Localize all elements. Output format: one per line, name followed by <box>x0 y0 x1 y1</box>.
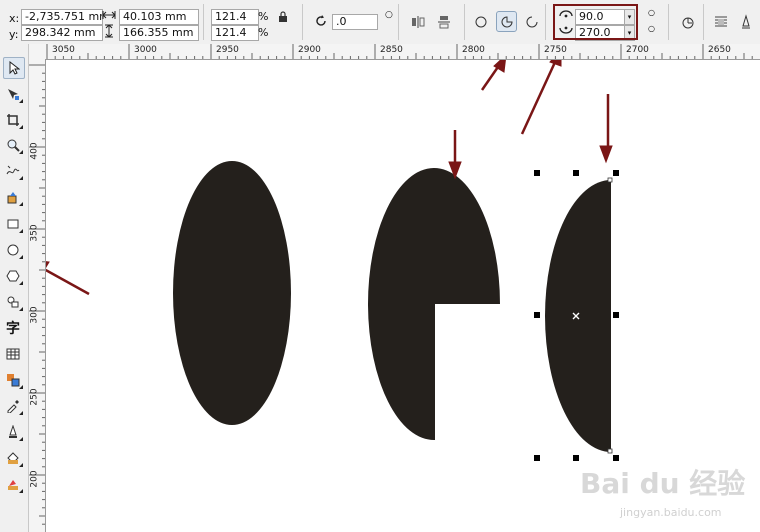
freehand-tool[interactable] <box>3 161 23 181</box>
x-label: x: <box>9 12 20 25</box>
baidu-watermark: Bai du 经验 jingyan.baidu.com <box>580 462 750 522</box>
corel-draw-window: x: -2,735.751 mn y: 298.342 mm 40.103 mm… <box>0 0 760 532</box>
separator <box>302 4 303 40</box>
horizontal-ruler[interactable]: 3050 3000 2950 2900 2850 2800 2750 2700 … <box>45 44 760 60</box>
lock-ratio-icon[interactable] <box>275 8 291 24</box>
rectangle-tool[interactable] <box>3 214 23 234</box>
ruler-label: 350 <box>29 224 40 242</box>
percent-x-label: % <box>258 10 269 23</box>
ruler-label: 200 <box>29 470 40 488</box>
zoom-tool[interactable] <box>3 135 23 155</box>
mirror-vertical-icon[interactable] <box>434 12 454 32</box>
basic-shapes-tool[interactable] <box>3 292 23 312</box>
degree-symbol: ○ <box>648 8 655 17</box>
ruler-label: 3050 <box>52 45 75 55</box>
separator <box>545 4 546 40</box>
separator <box>668 4 669 40</box>
ruler-label: 3000 <box>134 45 157 55</box>
text-tool[interactable]: 字 <box>3 318 23 338</box>
degree-symbol: ○ <box>648 24 655 33</box>
vertical-ruler-ticks <box>28 64 45 525</box>
width-icon <box>101 7 117 23</box>
ruler-label: 2700 <box>626 45 649 55</box>
ellipse-tool[interactable] <box>3 240 23 260</box>
y-position-field[interactable]: 298.342 mm <box>21 25 103 41</box>
rotate-icon <box>312 12 330 30</box>
annotation-highlight-box <box>553 4 638 40</box>
separator <box>398 4 399 40</box>
vertical-ruler[interactable]: 400 350 300 250 200 <box>28 59 46 532</box>
annotation-arrows <box>46 60 613 296</box>
ruler-label: 400 <box>29 142 40 160</box>
pick-tool[interactable] <box>3 57 25 79</box>
eyedropper-tool[interactable] <box>3 396 23 416</box>
ruler-label: 2750 <box>544 45 567 55</box>
table-tool[interactable] <box>3 344 23 364</box>
outline-pen-icon[interactable] <box>736 12 756 32</box>
mirror-horizontal-icon[interactable] <box>408 12 428 32</box>
fill-tool[interactable] <box>3 448 23 468</box>
pie-shape[interactable] <box>368 168 500 441</box>
ellipse-mode-icon[interactable] <box>471 12 491 32</box>
rotation-angle-field[interactable]: .0 <box>332 14 378 30</box>
scale-y-field[interactable]: 121.4 <box>211 25 259 41</box>
wrap-text-icon[interactable] <box>711 12 731 32</box>
ruler-label: 2950 <box>216 45 239 55</box>
height-icon <box>101 23 117 39</box>
property-bar: x: -2,735.751 mn y: 298.342 mm 40.103 mm… <box>0 0 760 45</box>
crop-tool[interactable] <box>3 110 23 130</box>
x-position-field[interactable]: -2,735.751 mn <box>21 9 103 25</box>
interactive-fill-tool[interactable] <box>3 474 23 494</box>
ruler-label: 2850 <box>380 45 403 55</box>
ruler-origin[interactable] <box>28 44 46 60</box>
interactive-effects-tool[interactable] <box>3 370 23 390</box>
scale-x-field[interactable]: 121.4 <box>211 9 259 25</box>
separator <box>703 4 704 40</box>
percent-y-label: % <box>258 26 269 39</box>
full-ellipse[interactable] <box>173 161 291 425</box>
outline-tool[interactable] <box>3 422 23 442</box>
y-label: y: <box>9 28 19 41</box>
separator <box>203 4 204 40</box>
half-ellipse-pie[interactable] <box>545 180 611 452</box>
ruler-label: 2800 <box>462 45 485 55</box>
degree-symbol: ○ <box>385 10 393 20</box>
ruler-label: 2650 <box>708 45 731 55</box>
polygon-tool[interactable] <box>3 266 23 286</box>
watermark-url: jingyan.baidu.com <box>620 506 722 519</box>
ruler-label: 300 <box>29 306 40 324</box>
pie-mode-icon[interactable] <box>496 11 517 32</box>
direction-toggle-icon[interactable] <box>678 12 698 32</box>
toolbox: 字 <box>0 44 29 532</box>
text-tool-glyph: 字 <box>6 321 20 337</box>
shape-tool[interactable] <box>3 84 23 104</box>
ruler-label: 250 <box>29 388 40 406</box>
watermark-logo-text: Bai du 经验 <box>580 467 746 500</box>
object-width-field[interactable]: 40.103 mm <box>119 9 199 25</box>
smart-fill-tool[interactable] <box>3 187 23 207</box>
arc-mode-icon[interactable] <box>522 12 542 32</box>
ruler-label: 2900 <box>298 45 321 55</box>
separator <box>464 4 465 40</box>
object-height-field[interactable]: 166.355 mm <box>119 25 199 41</box>
